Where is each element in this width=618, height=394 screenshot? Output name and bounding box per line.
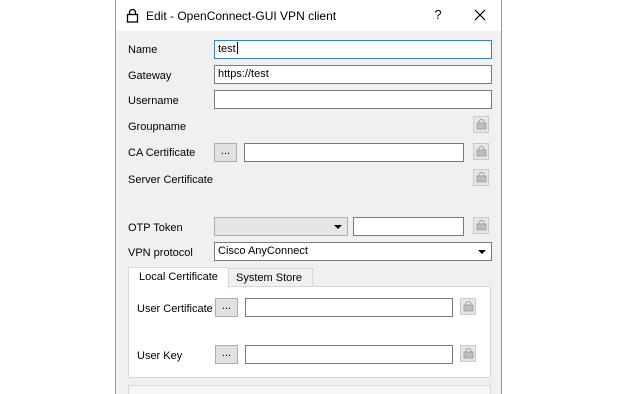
server-certificate-clear-button[interactable] [473,169,489,186]
text-caret [236,42,238,54]
chevron-down-icon [478,250,486,254]
clear-icon [476,146,487,157]
close-icon [474,9,486,21]
otp-token-input[interactable] [353,217,464,236]
edit-dialog: Edit - OpenConnect-GUI VPN client ? Name… [115,0,502,394]
gateway-input[interactable]: https://test [214,65,492,84]
clear-icon [476,119,487,130]
name-input[interactable]: test [214,40,492,59]
local-certificate-panel: User Certificate ... User Key ... [128,286,491,378]
gateway-label: Gateway [128,70,172,82]
lock-icon [126,8,139,23]
server-certificate-label: Server Certificate [128,174,213,186]
vpn-protocol-label: VPN protocol [128,247,193,259]
groupname-label: Groupname [128,121,187,133]
ca-certificate-input[interactable] [244,143,464,162]
clear-icon [476,172,487,183]
user-certificate-clear-button[interactable] [460,298,476,315]
clear-icon [463,301,474,312]
user-certificate-input[interactable] [245,298,453,317]
username-input[interactable] [214,90,492,109]
tab-system-store[interactable]: System Store [225,268,314,288]
otp-token-type-select[interactable] [214,217,348,236]
user-key-input[interactable] [245,345,453,364]
ca-certificate-label: CA Certificate [128,147,196,159]
chevron-down-icon [334,225,342,229]
otp-token-label: OTP Token [128,222,183,234]
name-label: Name [128,44,158,56]
ca-certificate-clear-button[interactable] [473,143,489,160]
name-value: test [218,43,236,55]
window-title: Edit - OpenConnect-GUI VPN client [146,9,337,23]
groupname-clear-button[interactable] [473,116,489,133]
vpn-protocol-select[interactable]: Cisco AnyConnect [214,242,492,261]
title-bar: Edit - OpenConnect-GUI VPN client ? [116,0,501,31]
clear-icon [476,220,487,231]
user-key-clear-button[interactable] [460,345,476,362]
gateway-value: https://test [218,68,269,80]
lower-panel [128,385,491,394]
ca-certificate-browse-button[interactable]: ... [214,143,237,162]
clear-icon [463,348,474,359]
user-key-label: User Key [137,350,183,362]
otp-token-clear-button[interactable] [473,217,489,234]
user-certificate-label: User Certificate [137,303,213,315]
tab-local-certificate[interactable]: Local Certificate [128,267,229,289]
vpn-protocol-value: Cisco AnyConnect [218,245,308,257]
close-button[interactable] [470,6,490,24]
help-button[interactable]: ? [428,6,448,24]
user-certificate-browse-button[interactable]: ... [215,298,238,317]
username-label: Username [128,95,179,107]
user-key-browse-button[interactable]: ... [215,345,238,364]
